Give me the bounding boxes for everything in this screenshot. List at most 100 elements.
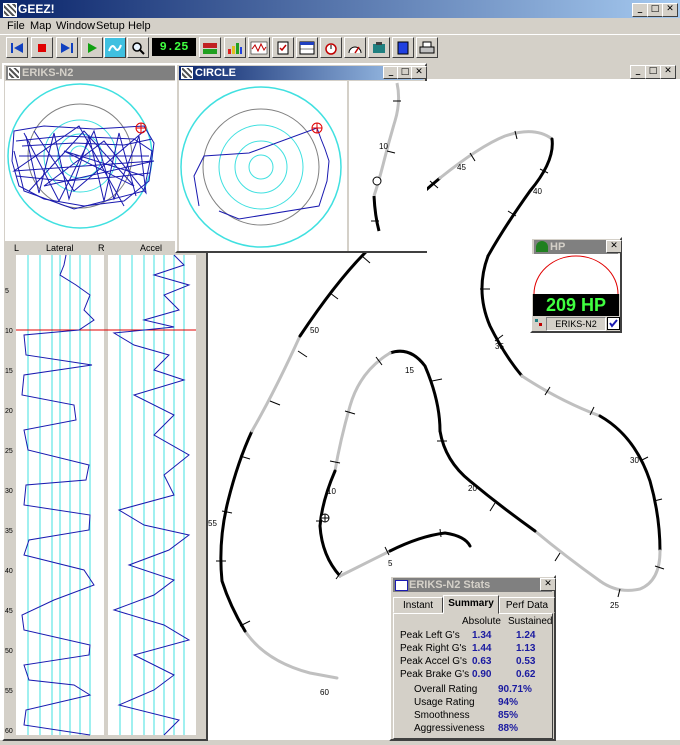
rewind-button[interactable] [6,37,28,58]
rating-label: Smoothness [414,710,470,721]
play-button[interactable] [81,37,103,58]
gauge-icon [348,46,362,53]
hp-close-button[interactable]: ✕ [606,240,622,253]
zoom-level-display: 9.25 [152,38,196,56]
right-marker: R [98,243,105,253]
strip-charts: 5 10 15 20 25 30 35 40 45 50 55 60 [4,254,206,736]
hp-checkbox[interactable] [607,317,620,330]
stat-row-sustained: 0.62 [516,669,536,680]
zoom-button[interactable] [127,37,149,58]
stop-button[interactable] [31,37,53,58]
left-marker: L [14,243,20,253]
strip-tick-25: 25 [5,448,13,455]
menu-map[interactable]: Map [30,18,51,34]
app-title: GEEZ! [18,2,55,16]
map-icon [108,44,122,51]
report-button[interactable] [272,37,294,58]
stat-row-label: Peak Right G's [400,643,467,654]
skip-end-icon [61,42,73,53]
stats-titlebar: ERIKS-N2 Stats ✕ [393,578,556,592]
app-title-bar: GEEZ! _ □ ✕ [0,0,680,18]
track-outer-segment-12 [438,429,537,533]
strip-tick-35: 35 [5,528,13,535]
stopwatch-icon [325,42,337,55]
track-outer-segment-9 [598,414,662,553]
maximize-button[interactable]: □ [647,3,663,17]
track-outer-segment-10 [598,549,662,592]
map-label-40: 40 [533,187,542,196]
map-label-25: 25 [610,601,619,610]
menu-help[interactable]: Help [128,18,151,34]
map-label-35: 35 [495,342,504,351]
lateral-label: Lateral [46,243,74,253]
stats-window[interactable]: ERIKS-N2 Stats ✕ Instant Summary Perf Da… [389,575,556,741]
col-absolute-header: Absolute [462,616,501,627]
stats-title: ERIKS-N2 Stats [409,579,491,591]
bar-graph-button[interactable] [224,37,246,58]
map-label-60: 60 [320,688,329,697]
minimize-button[interactable]: _ [632,3,648,17]
strip-chart-button[interactable] [248,37,270,58]
circle-close-button[interactable]: ✕ [411,66,427,79]
map-view-button[interactable] [104,37,126,58]
data-table-button[interactable] [296,37,318,58]
stat-row-sustained: 1.24 [516,630,536,641]
stop-icon [38,43,46,52]
table-icon [299,41,315,54]
zoom-adjust-button[interactable] [199,37,221,58]
track-outer-segment-2 [219,429,254,633]
close-button[interactable]: ✕ [662,3,678,17]
hp-window[interactable]: HP ✕ 209 HP ERIKS-N2 [530,237,622,333]
stat-row-label: Peak Accel G's [400,656,467,667]
menu-file[interactable]: File [7,18,25,34]
circle-window[interactable]: CIRCLE _ □ ✕ 10 [175,63,427,253]
dyno-button[interactable] [368,37,390,58]
printer-icon [419,41,435,53]
rating-value: 85% [498,710,519,721]
stat-row-absolute: 1.44 [472,643,492,654]
stat-row-absolute: 1.34 [472,630,492,641]
hp-titlebar: HP ✕ [534,240,622,254]
book-button[interactable] [392,37,414,58]
track-outer-segment-16 [338,549,392,578]
tab-summary[interactable]: Summary [443,595,499,614]
menu-setup[interactable]: Setup [96,18,125,34]
track-outer-segment-1 [243,629,339,680]
menu-window[interactable]: Window [56,18,95,34]
tab-perf-data[interactable]: Perf Data [499,597,555,613]
col-sustained-header: Sustained [508,616,553,627]
map-label-10: 10 [327,487,336,496]
stats-summary-panel: Absolute Sustained Peak Left G's 1.34 1.… [393,613,553,739]
map-label-15: 15 [405,366,414,375]
hp-readout: 209 HP [533,294,619,316]
bar-chart-icon [228,42,242,54]
strip-tick-50: 50 [5,648,13,655]
stats-icon [395,580,408,591]
stat-row-label: Peak Brake G's [400,669,470,680]
engine-icon [373,41,385,53]
lap-timer-button[interactable] [320,37,342,58]
map-label-30: 30 [630,456,639,465]
settings-icon[interactable] [534,318,544,328]
skip-end-button[interactable] [56,37,78,58]
app-icon [3,3,17,17]
rating-label: Aggressiveness [414,723,485,734]
stats-close-button[interactable]: ✕ [540,578,556,591]
map-label-20: 20 [468,484,477,493]
clipboard-icon [277,41,289,54]
circle-plot: 10 [179,81,427,251]
strip-tick-60: 60 [5,728,13,735]
toolbar: 9.25 [0,34,680,62]
gauge-button[interactable] [344,37,366,58]
car-position-marker [320,513,330,523]
rating-value: 94% [498,697,519,708]
print-button[interactable] [416,37,438,58]
stat-row-absolute: 0.90 [472,669,492,680]
hp-title: HP [550,241,566,253]
stat-row-absolute: 0.63 [472,656,492,667]
magnifier-icon [132,41,145,55]
track-outer-segment-11 [533,529,602,583]
strip-tick-5: 5 [5,288,9,295]
waveform-icon [250,41,268,54]
tab-instant[interactable]: Instant [393,597,443,613]
